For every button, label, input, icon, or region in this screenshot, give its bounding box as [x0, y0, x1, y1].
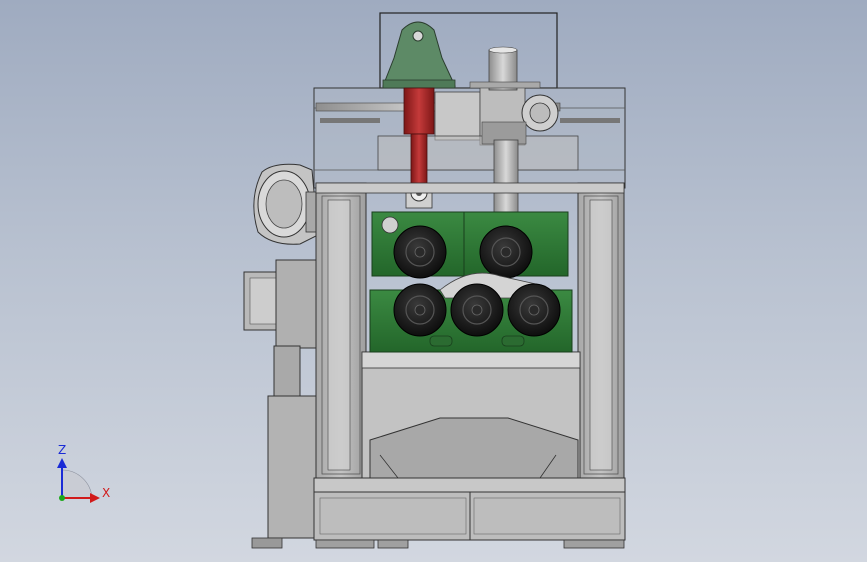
axis-triad — [57, 458, 100, 503]
z-axis-label: Z — [58, 443, 67, 457]
cad-viewport[interactable]: Z X — [0, 0, 867, 562]
left-guide-post — [327, 199, 351, 471]
side-motor — [243, 163, 321, 549]
right-guide-post — [589, 199, 613, 471]
lower-rollers — [393, 283, 561, 337]
x-axis-label: X — [102, 486, 111, 500]
lifting-lug — [382, 21, 456, 89]
screw-shaft — [493, 139, 519, 213]
machine-model — [57, 12, 626, 549]
